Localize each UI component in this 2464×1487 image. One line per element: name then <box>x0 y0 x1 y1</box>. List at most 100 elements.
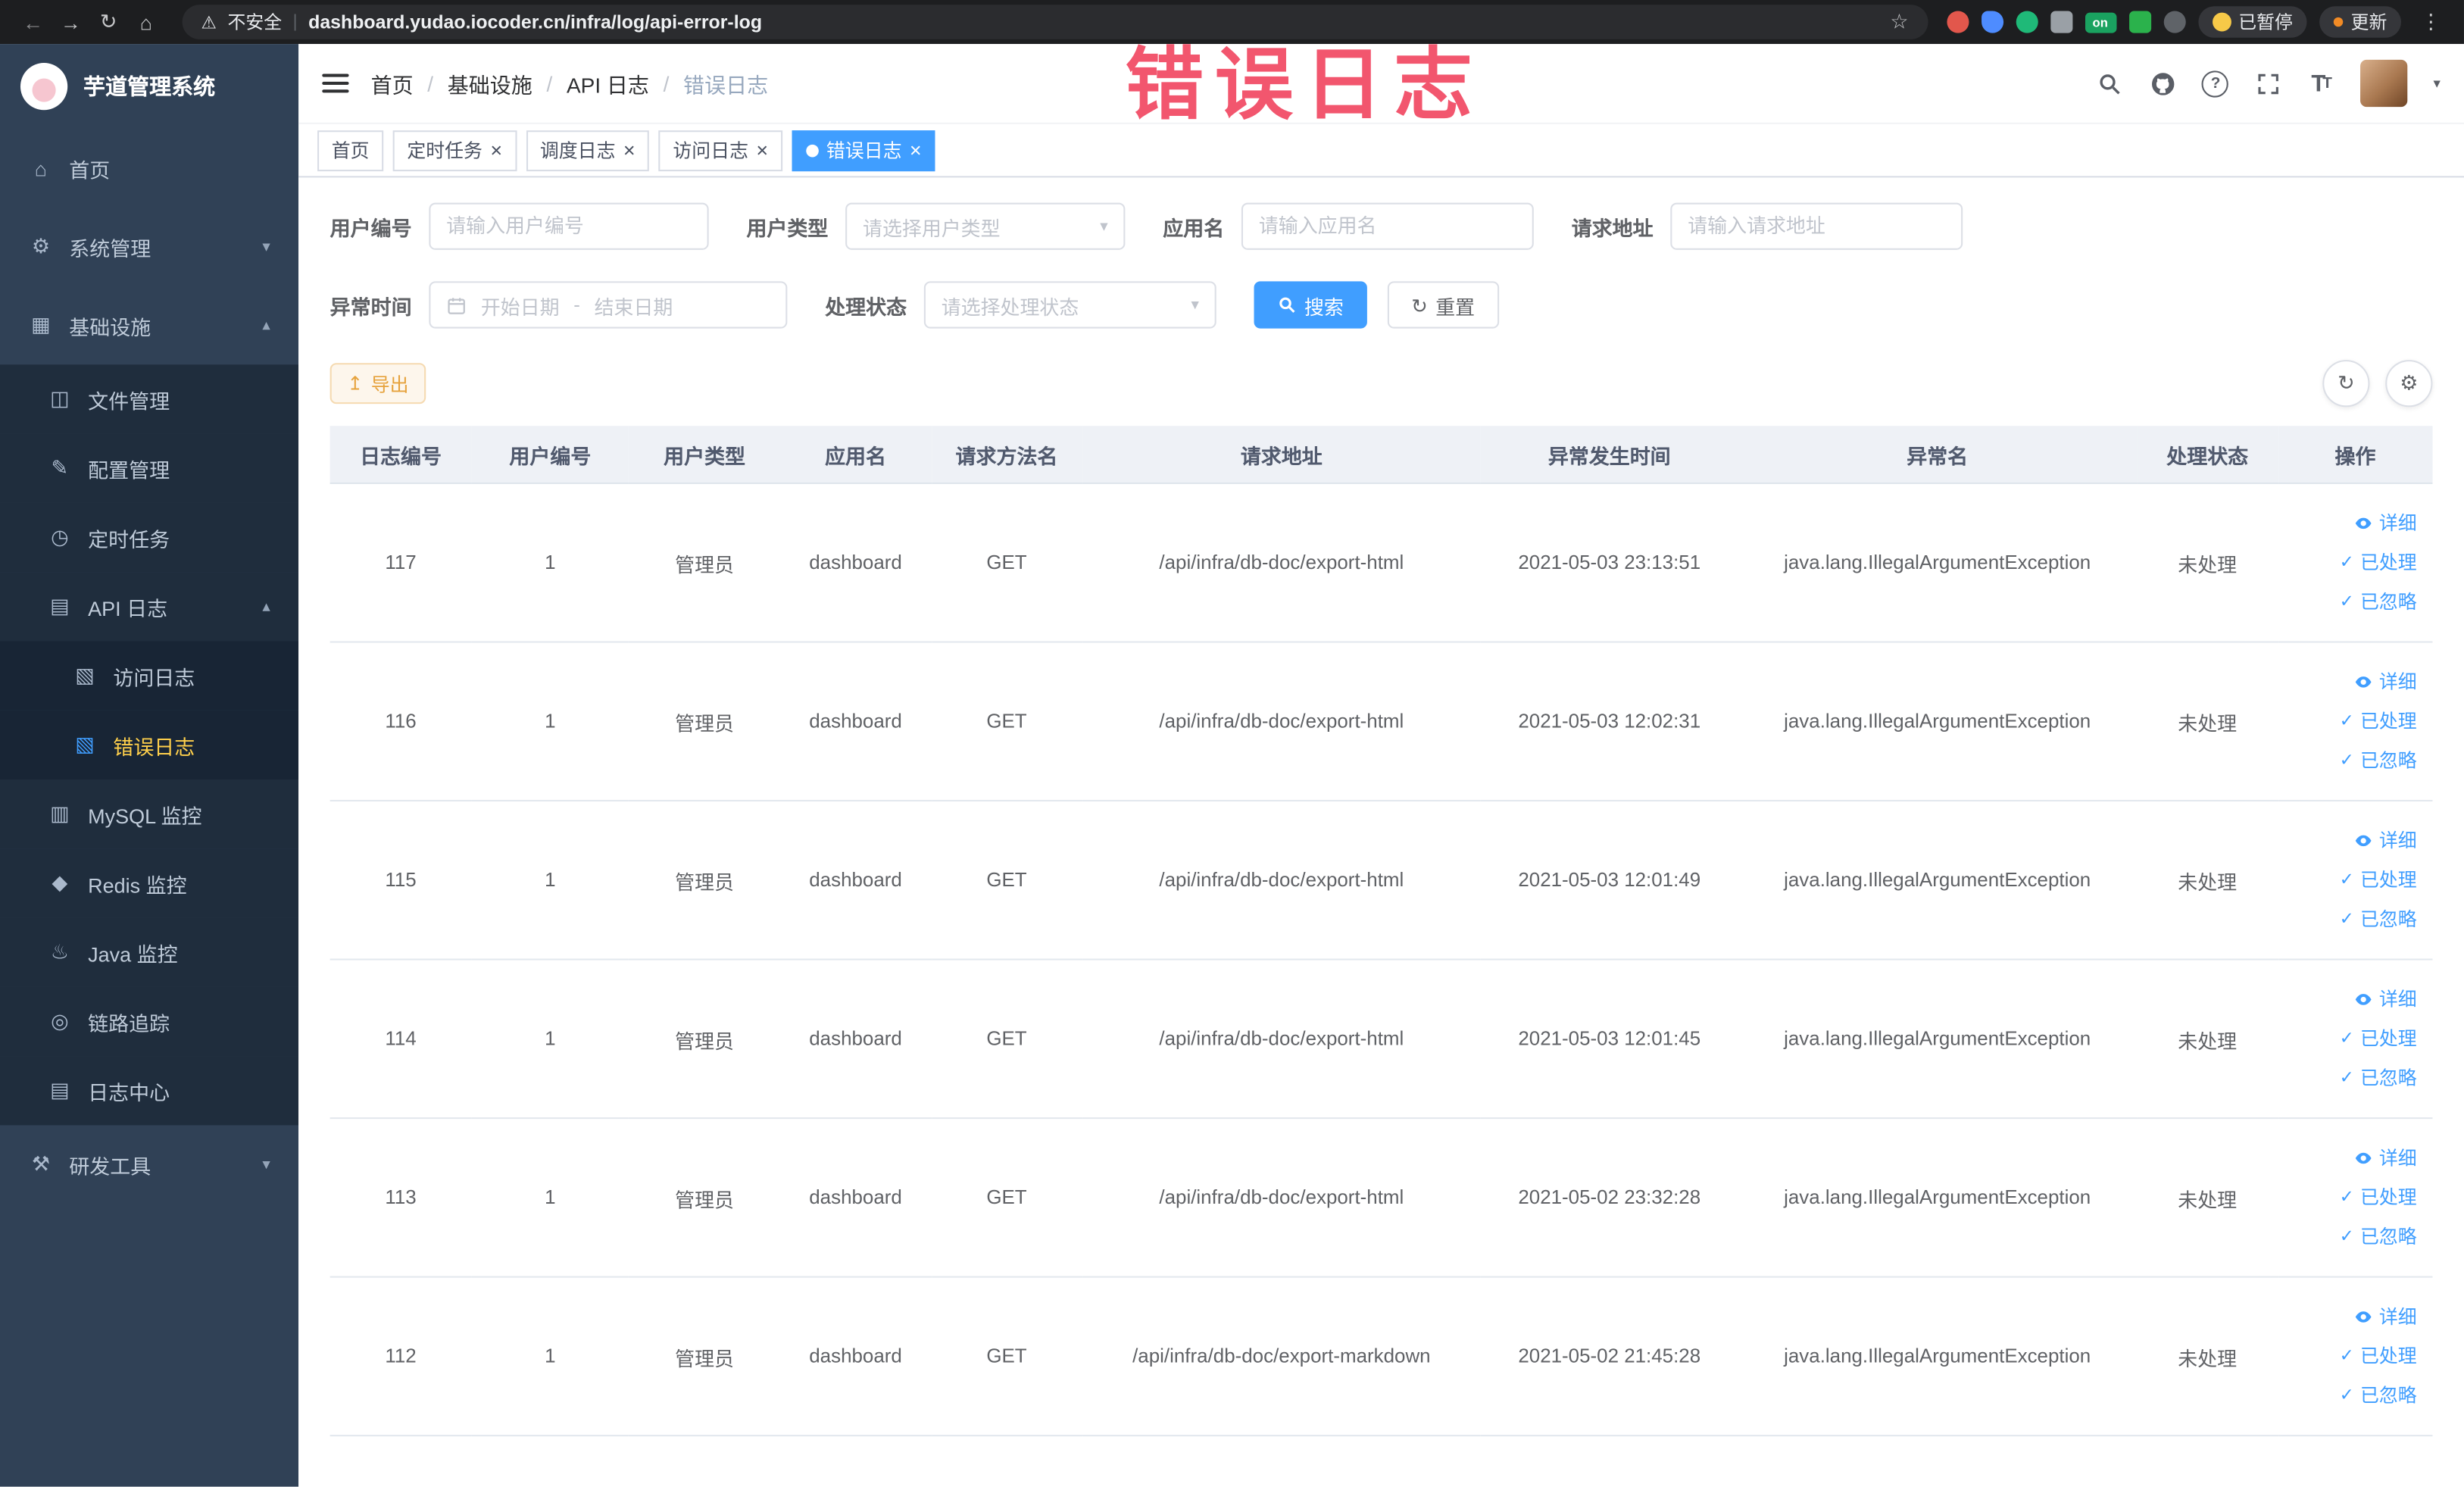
sidebar-item-error-log[interactable]: ▧ 错误日志 <box>0 710 299 780</box>
page-icon: ▧ <box>75 663 95 687</box>
exception-time-range[interactable]: 开始日期 - 结束日期 <box>429 281 788 329</box>
back-icon[interactable]: ← <box>16 10 51 33</box>
ignored-link[interactable]: ✓ 已忽略 <box>2288 1058 2417 1098</box>
extensions-grid-icon[interactable] <box>2050 11 2072 33</box>
sidebar-item-mysql-monitor[interactable]: ▥ MySQL 监控 <box>0 779 299 849</box>
user-id-input[interactable] <box>429 202 709 250</box>
processed-link[interactable]: ✓ 已处理 <box>2288 861 2417 900</box>
search-button[interactable]: 搜索 <box>1254 281 1367 329</box>
browser-menu-icon[interactable]: ⋮ <box>2414 9 2449 34</box>
logo-image <box>20 62 68 111</box>
ignored-link[interactable]: ✓ 已忽略 <box>2288 741 2417 780</box>
sidebar-item-file-management[interactable]: ◫ 文件管理 <box>0 364 299 434</box>
check-icon: ✓ <box>2339 1226 2354 1246</box>
extension-icon-drop[interactable] <box>1981 11 2003 33</box>
table-row: 117 1 管理员 dashboard GET /api/infra/db-do… <box>329 483 2433 643</box>
sidebar-item-log-center[interactable]: ▤ 日志中心 <box>0 1056 299 1126</box>
request-url-input[interactable] <box>1670 202 1963 250</box>
processed-link[interactable]: ✓ 已处理 <box>2288 1019 2417 1058</box>
breadcrumb-api-log[interactable]: API 日志 <box>567 67 649 98</box>
app-name-input[interactable] <box>1241 202 1534 250</box>
user-type-select[interactable]: 请选择用户类型 ▾ <box>845 202 1126 250</box>
tab-schedule-log[interactable]: 调度日志 × <box>526 130 650 171</box>
detail-link[interactable]: 详细 <box>2288 980 2417 1020</box>
sidebar-item-scheduled-tasks[interactable]: ◷ 定时任务 <box>0 502 299 573</box>
processed-link[interactable]: ✓ 已处理 <box>2288 543 2417 583</box>
tab-scheduled-tasks[interactable]: 定时任务 × <box>392 130 517 171</box>
bookmark-star-icon[interactable]: ☆ <box>1890 9 1908 34</box>
filter-row-2: 异常时间 开始日期 - 结束日期 处理状态 请选择处理状态 ▾ 搜索 ↻ 重置 <box>330 281 2433 329</box>
extension-icon-paw[interactable] <box>2163 11 2185 33</box>
tab-home[interactable]: 首页 <box>317 130 384 171</box>
table-tools: ↻ ⚙ <box>2322 360 2433 408</box>
reload-icon[interactable]: ↻ <box>91 9 126 34</box>
close-icon[interactable]: × <box>490 140 502 161</box>
document-icon: ▤ <box>50 594 70 618</box>
breadcrumb-home[interactable]: 首页 <box>371 67 414 98</box>
close-icon[interactable]: × <box>756 140 768 161</box>
detail-link[interactable]: 详细 <box>2288 662 2417 701</box>
close-icon[interactable]: × <box>910 140 922 161</box>
export-button[interactable]: ↥ 导出 <box>329 363 426 405</box>
app-logo[interactable]: 芋道管理系统 <box>0 44 298 129</box>
hamburger-icon[interactable] <box>322 73 349 93</box>
detail-link[interactable]: 详细 <box>2288 504 2417 543</box>
forward-icon[interactable]: → <box>54 10 89 33</box>
paused-badge[interactable]: 已暂停 <box>2197 6 2307 38</box>
sidebar-item-java-monitor[interactable]: ♨ Java 监控 <box>0 917 299 987</box>
ignored-link[interactable]: ✓ 已忽略 <box>2288 900 2417 939</box>
search-icon[interactable] <box>2095 69 2123 97</box>
sidebar-item-home[interactable]: ⌂ 首页 <box>0 129 298 208</box>
ignored-link[interactable]: ✓ 已忽略 <box>2288 1376 2417 1415</box>
breadcrumb-infrastructure[interactable]: 基础设施 <box>448 67 532 98</box>
cell-log-id: 114 <box>329 959 472 1120</box>
extension-on-badge[interactable]: on <box>2084 11 2116 33</box>
column-settings-button[interactable]: ⚙ <box>2385 360 2433 408</box>
update-button[interactable]: 更新 <box>2319 6 2401 38</box>
github-icon[interactable] <box>2149 69 2177 97</box>
tab-access-log[interactable]: 访问日志 × <box>658 130 782 171</box>
processed-link[interactable]: ✓ 已处理 <box>2288 701 2417 741</box>
sidebar-item-api-log[interactable]: ▤ API 日志 ▴ <box>0 572 299 642</box>
cell-method: GET <box>931 483 1082 643</box>
ignored-link[interactable]: ✓ 已忽略 <box>2288 583 2417 622</box>
check-icon: ✓ <box>2339 711 2354 730</box>
reset-button[interactable]: ↻ 重置 <box>1387 281 1499 329</box>
eye-icon <box>2355 994 2372 1005</box>
browser-home-icon[interactable]: ⌂ <box>129 10 164 33</box>
sidebar-item-trace[interactable]: ◎ 链路追踪 <box>0 986 299 1057</box>
processed-link[interactable]: ✓ 已处理 <box>2288 1336 2417 1376</box>
breadcrumb-separator: / <box>663 71 670 95</box>
sidebar-item-dev-tools[interactable]: ⚒ 研发工具 ▾ <box>0 1125 298 1204</box>
extension-icon-leaf[interactable] <box>2128 11 2151 33</box>
processed-link[interactable]: ✓ 已处理 <box>2288 1178 2417 1217</box>
cell-method: GET <box>931 959 1082 1120</box>
extension-icon-record[interactable] <box>1946 11 1969 33</box>
cell-status: 未处理 <box>2136 483 2278 643</box>
detail-link[interactable]: 详细 <box>2288 821 2417 861</box>
close-icon[interactable]: × <box>623 140 636 161</box>
sidebar-item-infrastructure[interactable]: ▦ 基础设施 ▴ <box>0 286 298 365</box>
detail-link[interactable]: 详细 <box>2288 1139 2417 1178</box>
detail-link[interactable]: 详细 <box>2288 1298 2417 1337</box>
address-bar[interactable]: ⚠ 不安全 | dashboard.yudao.iocoder.cn/infra… <box>182 5 1928 39</box>
sidebar-item-redis-monitor[interactable]: ◆ Redis 监控 <box>0 848 299 918</box>
process-status-select[interactable]: 请选择处理状态 ▾ <box>923 281 1216 329</box>
tab-error-log[interactable]: 错误日志 × <box>792 130 936 171</box>
font-size-icon[interactable]: TT <box>2307 69 2335 97</box>
sidebar-item-system-management[interactable]: ⚙ 系统管理 ▾ <box>0 208 298 286</box>
refresh-button[interactable]: ↻ <box>2322 360 2370 408</box>
cell-app-name: dashboard <box>779 959 932 1120</box>
sidebar-item-config-management[interactable]: ✎ 配置管理 <box>0 433 299 503</box>
cell-app-name: dashboard <box>779 1276 932 1437</box>
user-avatar[interactable] <box>2361 59 2409 108</box>
avatar-caret-icon[interactable]: ▾ <box>2433 75 2440 92</box>
column-user-type: 用户类型 <box>629 426 780 484</box>
ignored-link[interactable]: ✓ 已忽略 <box>2288 1217 2417 1257</box>
fullscreen-icon[interactable] <box>2254 69 2282 97</box>
cell-exception-name: java.lang.IllegalArgumentException <box>1738 1118 2137 1278</box>
extension-icon-green-circle[interactable] <box>2015 11 2038 33</box>
sidebar-item-access-log[interactable]: ▧ 访问日志 <box>0 641 299 711</box>
check-icon: ✓ <box>2339 592 2354 611</box>
help-icon[interactable]: ? <box>2202 70 2229 97</box>
